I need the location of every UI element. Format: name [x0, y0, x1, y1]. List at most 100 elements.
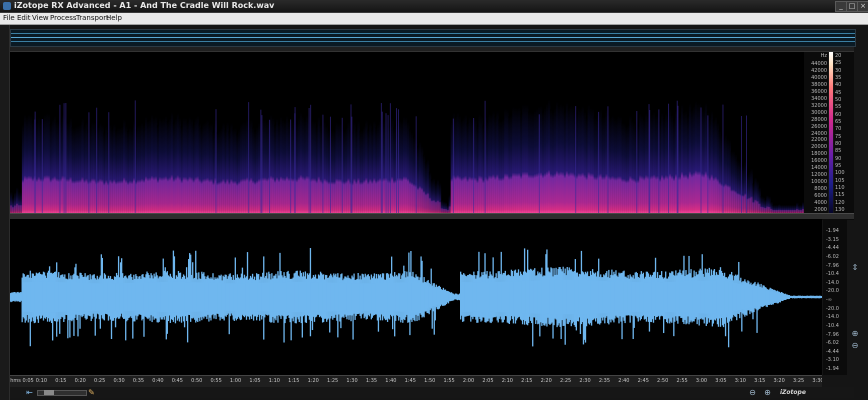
waveform-body — [119, 283, 125, 311]
frequency-tick-label: 28000 — [811, 116, 827, 123]
waveform-body — [282, 282, 287, 312]
waveform-body — [679, 281, 685, 313]
db-tick-label: 70 — [835, 126, 842, 133]
waveform-body — [42, 281, 48, 313]
magnify-minus-icon[interactable]: ⊖ — [850, 341, 860, 351]
time-tick-label: 0:15 — [55, 378, 67, 384]
waveform-body — [322, 282, 328, 312]
waveform-body — [314, 282, 320, 312]
time-tick-label: 1:45 — [404, 378, 416, 384]
waveform-body — [38, 281, 43, 313]
waveform-body — [789, 296, 795, 298]
waveform-body — [399, 282, 405, 312]
magnify-minus-icon[interactable]: ⊖ — [748, 388, 757, 397]
amplitude-zoom-icon[interactable]: ⇕ — [850, 263, 860, 273]
waveform-body — [525, 280, 531, 314]
zoom-out-icon[interactable]: ⇤ — [25, 388, 34, 397]
db-tick-label: 55 — [835, 104, 842, 111]
magnify-plus-icon[interactable]: ⊕ — [763, 388, 772, 397]
vertical-zoom-tools: ⇕ ⊕ ⊖ — [848, 219, 862, 375]
menu-view[interactable]: View — [32, 13, 49, 24]
zoom-in-icon[interactable]: ✎ — [87, 388, 96, 397]
waveform-body — [497, 281, 502, 313]
time-tick-label: 1:30 — [346, 378, 358, 384]
waveform-body — [513, 281, 518, 313]
waveform-body — [62, 282, 68, 312]
amplitude-tick-label: -∞ — [826, 297, 832, 303]
db-tick-label: 100 — [835, 170, 845, 177]
waveform-body — [298, 281, 303, 313]
time-tick-label: 2:05 — [482, 378, 494, 384]
menu-file[interactable]: File — [3, 13, 15, 24]
amplitude-tick-label: -6.02 — [826, 340, 839, 347]
waveform-body — [700, 280, 705, 314]
waveform-body — [696, 280, 701, 314]
waveform-body — [273, 282, 279, 312]
waveform-body — [748, 286, 754, 308]
time-tick-label: 1:55 — [443, 378, 455, 384]
menu-bar: File Edit View Process Transport Help — [0, 13, 868, 25]
waveform-display[interactable] — [10, 219, 822, 375]
waveform-body — [342, 283, 348, 311]
menu-help[interactable]: Help — [106, 13, 122, 24]
waveform-body — [732, 282, 738, 312]
overview-navigator[interactable] — [10, 29, 856, 47]
horizontal-zoom-slider[interactable] — [37, 390, 87, 396]
frequency-tick-label: 30000 — [811, 109, 827, 116]
bottom-toolbar: ⇤ ✎ ⊖ ⊕ iZotope — [10, 387, 854, 398]
zoom-slider-thumb[interactable] — [44, 390, 54, 395]
amplitude-tick-label: -7.96 — [826, 331, 839, 338]
waveform-body — [651, 282, 657, 312]
waveform-body — [371, 283, 376, 311]
amplitude-tick-label: -20.0 — [826, 288, 839, 295]
waveform-body — [619, 281, 624, 313]
time-tick-label: 1:25 — [327, 378, 339, 384]
time-tick-label: 3:05 — [715, 378, 727, 384]
waveform-body — [355, 283, 360, 311]
menu-transport[interactable]: Transport — [76, 13, 109, 24]
waveform-body — [103, 283, 108, 311]
waveform-body — [549, 279, 555, 315]
waveform-body — [606, 281, 612, 313]
waveform-body — [30, 281, 35, 312]
magnify-plus-icon[interactable]: ⊕ — [850, 329, 860, 339]
waveform-body — [87, 283, 92, 311]
waveform-body — [160, 281, 165, 313]
waveform-body — [716, 280, 721, 314]
waveform-body — [505, 281, 510, 313]
frequency-tick-label: 4000 — [814, 200, 827, 207]
time-tick-label: 1:50 — [424, 378, 436, 384]
waveform-body — [558, 279, 563, 315]
close-button[interactable]: × — [857, 1, 868, 12]
waveform-body — [200, 282, 206, 312]
waveform-body — [18, 294, 23, 300]
frequency-tick-label: 16000 — [811, 158, 827, 165]
waveform-body — [444, 291, 449, 303]
waveform-body — [692, 280, 697, 314]
waveform-body — [452, 295, 458, 299]
frequency-tick-label: 26000 — [811, 123, 827, 130]
waveform-body — [367, 283, 372, 311]
time-tick-label: 0:30 — [113, 378, 125, 384]
waveform-body — [79, 282, 84, 312]
menu-edit[interactable]: Edit — [17, 13, 31, 24]
spectrogram-display[interactable] — [10, 52, 804, 213]
waveform-body — [143, 282, 149, 312]
waveform-body — [115, 283, 121, 311]
time-tick-label: 2:10 — [501, 378, 513, 384]
waveform-body — [432, 287, 437, 307]
waveform-body — [363, 283, 368, 311]
menu-process[interactable]: Process — [50, 13, 77, 24]
waveform-body — [387, 282, 393, 312]
waveform-body — [375, 283, 380, 311]
waveform-body — [188, 282, 194, 312]
waveform-body — [346, 283, 352, 311]
waveform-body — [797, 296, 803, 298]
db-tick-label: 105 — [835, 177, 845, 184]
waveform-body — [562, 279, 567, 315]
db-tick-label: 50 — [835, 97, 842, 103]
amplitude-tick-label: -3.15 — [826, 236, 839, 243]
db-tick-label: 65 — [835, 119, 842, 125]
waveform-body — [326, 282, 332, 312]
db-tick-label: 45 — [835, 89, 842, 96]
